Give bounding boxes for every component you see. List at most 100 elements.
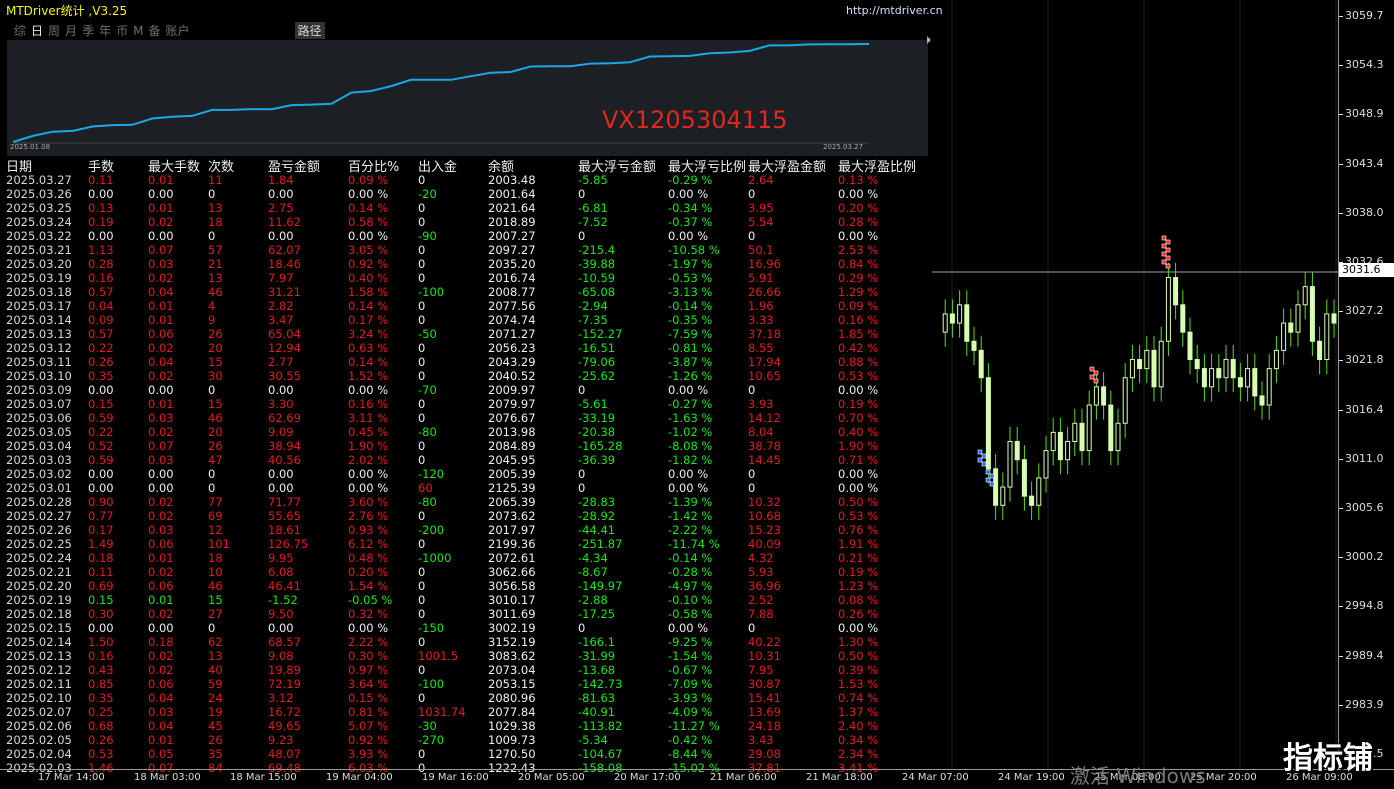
- table-cell: 14.45: [748, 453, 781, 467]
- table-row[interactable]: 2025.03.18 0.57 0.04 46 31.21 1.58 % -100 2008.…: [6, 285, 932, 299]
- table-cell: 72.19: [268, 677, 301, 691]
- table-row[interactable]: 2025.02.12 0.43 0.02 40 19.89 0.97 % 0 2073.04 -…: [6, 663, 932, 677]
- website-link[interactable]: http://mtdriver.cn: [846, 4, 943, 17]
- table-row[interactable]: 2025.02.10 0.35 0.04 24 3.12 0.15 % 0 2080.96 -8…: [6, 691, 932, 705]
- table-cell: 2.76 %: [348, 509, 389, 523]
- table-cell: 0: [748, 621, 756, 635]
- table-cell: 2025.02.24: [6, 551, 72, 565]
- table-row[interactable]: 2025.03.12 0.22 0.02 20 12.94 0.63 % 0 2056.23 -…: [6, 341, 932, 355]
- table-row[interactable]: 2025.03.21 1.13 0.07 57 62.07 3.05 % 0 2097.27 -…: [6, 243, 932, 257]
- tab-9[interactable]: 账户: [165, 22, 189, 39]
- table-row[interactable]: 2025.02.06 0.68 0.04 45 49.65 5.07 % -30 1029.3…: [6, 719, 932, 733]
- table-cell: 2043.29: [488, 355, 536, 369]
- table-row[interactable]: 2025.02.26 0.17 0.03 12 18.61 0.93 % -200 2017.…: [6, 523, 932, 537]
- table-cell: 0.18: [88, 551, 114, 565]
- table-cell: 0.01: [148, 593, 174, 607]
- table-cell: 71.77: [268, 495, 301, 509]
- tab-6[interactable]: 币: [116, 22, 128, 39]
- price-tick: 3016.4: [1339, 402, 1384, 416]
- price-chart[interactable]: [932, 0, 1338, 769]
- table-cell: 1.37 %: [838, 705, 879, 719]
- table-row[interactable]: 2025.02.05 0.26 0.01 26 9.23 0.92 % -270 1009.7…: [6, 733, 932, 747]
- table-row[interactable]: 2025.03.11 0.26 0.04 15 2.77 0.14 % 0 2043.29 -7…: [6, 355, 932, 369]
- table-cell: 2025.02.11: [6, 677, 72, 691]
- table-row[interactable]: 2025.02.11 0.85 0.06 59 72.19 3.64 % -100 2053.…: [6, 677, 932, 691]
- table-row[interactable]: 2025.03.13 0.57 0.06 26 65.04 3.24 % -50 2071.2…: [6, 327, 932, 341]
- table-row[interactable]: 2025.03.20 0.28 0.03 21 18.46 0.92 % 0 2035.20 -…: [6, 257, 932, 271]
- table-row[interactable]: 2025.03.09 0.00 0.00 0 0.00 0.00 % -70 2009.97 0…: [6, 383, 932, 397]
- table-row[interactable]: 2025.02.27 0.77 0.02 69 55.65 2.76 % 0 2073.62 -…: [6, 509, 932, 523]
- table-row[interactable]: 2025.02.28 0.90 0.02 77 71.77 3.60 % -80 2065.3…: [6, 495, 932, 509]
- table-row[interactable]: 2025.02.21 0.11 0.02 10 6.08 0.20 % 0 3062.66 -8…: [6, 565, 932, 579]
- table-row[interactable]: 2025.03.17 0.04 0.01 4 2.82 0.14 % 0 2077.56 -2.…: [6, 299, 932, 313]
- table-row[interactable]: 2025.02.14 1.50 0.18 62 68.57 2.22 % 0 3152.19 -…: [6, 635, 932, 649]
- table-row[interactable]: 2025.02.13 0.16 0.02 13 9.08 0.30 % 1001.5 3083…: [6, 649, 932, 663]
- tab-4[interactable]: 季: [82, 22, 94, 39]
- tab-2[interactable]: 周: [48, 22, 60, 39]
- table-cell: 0: [748, 481, 756, 495]
- table-cell: -1.97 %: [668, 257, 713, 271]
- table-row[interactable]: 2025.02.04 0.53 0.05 35 48.07 3.93 % 0 1270.50 -…: [6, 747, 932, 761]
- table-cell: 57: [208, 243, 223, 257]
- table-cell: 0.20 %: [838, 201, 879, 215]
- table-row[interactable]: 2025.02.20 0.69 0.06 46 46.41 1.54 % 0 3056.58 -…: [6, 579, 932, 593]
- table-row[interactable]: 2025.03.26 0.00 0.00 0 0.00 0.00 % -20 2001.64 0…: [6, 187, 932, 201]
- table-cell: 2072.61: [488, 551, 536, 565]
- table-row[interactable]: 2025.03.27 0.11 0.01 11 1.84 0.09 % 0 2003.48 -5…: [6, 173, 932, 187]
- table-cell: 0.39 %: [838, 663, 879, 677]
- tab-8[interactable]: 备: [148, 22, 160, 39]
- table-row[interactable]: 2025.02.18 0.30 0.02 27 9.50 0.32 % 0 3011.69 -1…: [6, 607, 932, 621]
- table-row[interactable]: 2025.03.10 0.35 0.02 30 30.55 1.52 % 0 2040.52 -…: [6, 369, 932, 383]
- table-row[interactable]: 2025.03.22 0.00 0.00 0 0.00 0.00 % -90 2007.27 0…: [6, 229, 932, 243]
- table-row[interactable]: 2025.02.07 0.25 0.03 19 16.72 0.81 % 1031.74 20…: [6, 705, 932, 719]
- table-row[interactable]: 2025.03.03 0.59 0.03 47 40.56 2.02 % 0 2045.95 -…: [6, 453, 932, 467]
- table-row[interactable]: 2025.03.04 0.52 0.07 26 38.94 1.90 % 0 2084.89 -…: [6, 439, 932, 453]
- table-cell: 47: [208, 453, 223, 467]
- table-cell: 46.41: [268, 579, 301, 593]
- table-cell: -31.99: [578, 649, 616, 663]
- table-row[interactable]: 2025.03.24 0.19 0.02 18 11.62 0.58 % 0 2018.89 -…: [6, 215, 932, 229]
- table-row[interactable]: 2025.03.14 0.09 0.01 9 3.47 0.17 % 0 2074.74 -7.…: [6, 313, 932, 327]
- table-row[interactable]: 2025.02.24 0.18 0.01 18 9.95 0.48 % -1000 2072.…: [6, 551, 932, 565]
- table-cell: -2.88: [578, 593, 608, 607]
- table-cell: 3.64 %: [348, 677, 389, 691]
- table-row[interactable]: 2025.03.01 0.00 0.00 0 0.00 0.00 % 60 2125.39 0 0…: [6, 481, 932, 495]
- table-row[interactable]: 2025.03.19 0.16 0.02 13 7.97 0.40 % 0 2016.74 -1…: [6, 271, 932, 285]
- table-row[interactable]: 2025.03.05 0.22 0.02 20 9.09 0.45 % -80 2013.98…: [6, 425, 932, 439]
- tab-1[interactable]: 日: [31, 22, 43, 39]
- tab-3[interactable]: 月: [65, 22, 77, 39]
- table-cell: 36.96: [748, 579, 781, 593]
- table-cell: 2016.74: [488, 271, 536, 285]
- table-cell: 2065.39: [488, 495, 536, 509]
- table-cell: 2025.03.22: [6, 229, 72, 243]
- table-cell: 3.24 %: [348, 327, 389, 341]
- table-cell: -1.39 %: [668, 495, 713, 509]
- table-cell: 0.00 %: [838, 621, 879, 635]
- table-row[interactable]: 2025.02.19 0.15 0.01 15 -1.52 -0.05 % 0 3010.17…: [6, 593, 932, 607]
- table-cell: 6.08: [268, 565, 294, 579]
- table-cell: -1.42 %: [668, 509, 713, 523]
- table-cell: 1031.74: [418, 705, 466, 719]
- table-cell: 2025.03.11: [6, 355, 72, 369]
- table-cell: 40: [208, 663, 223, 677]
- table-cell: 0: [208, 467, 216, 481]
- candle-body: [1237, 377, 1243, 388]
- table-cell: 31.21: [268, 285, 301, 299]
- table-row[interactable]: 2025.03.06 0.59 0.03 46 62.69 3.11 % 0 2076.67 -…: [6, 411, 932, 425]
- table-row[interactable]: 2025.02.25 1.49 0.06 101 126.75 6.12 % 0 2199.3…: [6, 537, 932, 551]
- tab-7[interactable]: M: [133, 24, 143, 38]
- table-row[interactable]: 2025.02.15 0.00 0.00 0 0.00 0.00 % -150 3002.19…: [6, 621, 932, 635]
- scroll-arrow-icon[interactable]: [927, 36, 931, 44]
- tab-0[interactable]: 综: [14, 22, 26, 39]
- table-row[interactable]: 2025.03.25 0.13 0.01 13 2.75 0.14 % 0 2021.64 -6…: [6, 201, 932, 215]
- table-cell: 2025.03.18: [6, 285, 72, 299]
- tab-path[interactable]: 路径: [294, 22, 325, 39]
- price-tick: 3043.4: [1339, 156, 1384, 170]
- sell-marker-icon: [1161, 243, 1167, 249]
- table-row[interactable]: 2025.03.07 0.15 0.01 15 3.30 0.16 % 0 2079.97 -5…: [6, 397, 932, 411]
- candle-body: [1230, 358, 1236, 379]
- tab-5[interactable]: 年: [99, 22, 111, 39]
- table-cell: 2025.03.26: [6, 187, 72, 201]
- table-row[interactable]: 2025.03.02 0.00 0.00 0 0.00 0.00 % -120 2005.39…: [6, 467, 932, 481]
- table-cell: 2021.64: [488, 201, 536, 215]
